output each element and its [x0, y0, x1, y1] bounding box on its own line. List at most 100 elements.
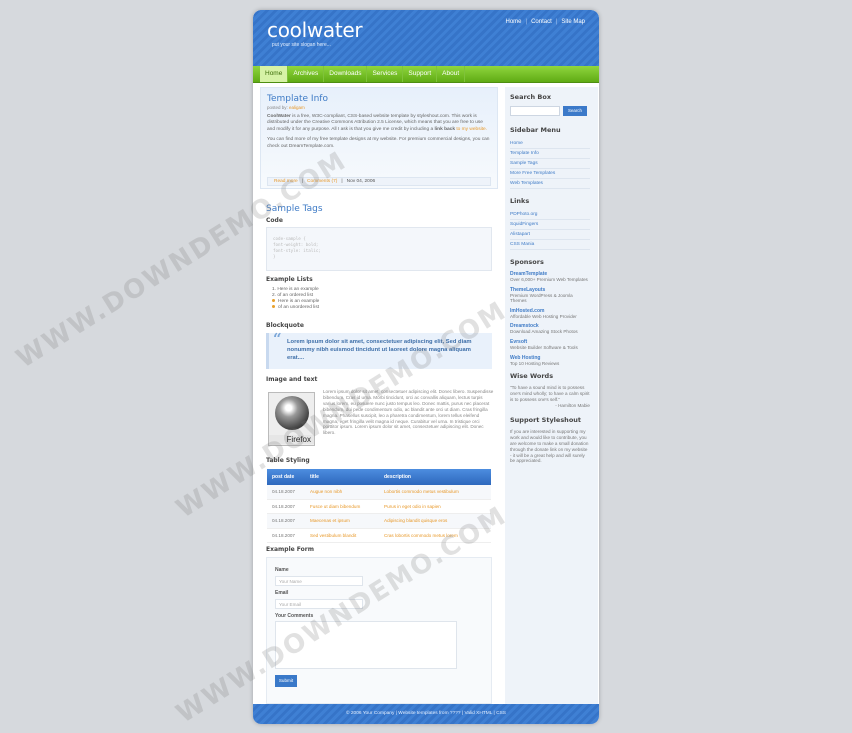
sidebar-item-template-info[interactable]: Template Info [510, 149, 590, 159]
sponsor-desc: Premium WordPress & Joomla Themes [510, 292, 573, 304]
sponsor-item: Dreamstock Download Amazing Stock Photos [510, 323, 590, 335]
sponsor-desc: Website Builder Software & Tools [510, 344, 578, 350]
sponsor-item: Web Hosting Top 10 Hosting Reviews [510, 355, 590, 367]
search-title: Search Box [510, 93, 552, 101]
post-lead: CoolWater [267, 114, 291, 119]
separator: | [341, 179, 343, 184]
top-link-sitemap[interactable]: Site Map [561, 19, 585, 25]
site-logo[interactable]: coolwater [267, 18, 363, 42]
sponsor-desc: Over 6,000+ Premium Web Templates [510, 277, 588, 282]
comments-label: Your Comments [275, 613, 314, 619]
post-title[interactable]: Template Info [267, 94, 491, 104]
link-item[interactable]: CSS Mania [510, 240, 590, 250]
cell-title[interactable]: Sed vestibulum blandit [307, 529, 381, 543]
footer: © 2006 Your Company | Website templates … [253, 704, 599, 724]
table-row: 04.18.2007 Maecenas et ipsum Adipiscing bl… [267, 514, 491, 529]
byline-label: posted by: [267, 105, 288, 110]
site-slogan: put your site slogan here... [272, 42, 331, 48]
sponsor-desc: Top 10 Hosting Reviews [510, 360, 560, 366]
search-form: Search [510, 106, 594, 116]
main-content: Template Info posted by: ealigam CoolWat… [260, 87, 498, 704]
email-input[interactable]: Your Email [275, 599, 363, 609]
firefox-logo-icon [275, 396, 309, 430]
cell-date: 04.18.2007 [272, 503, 295, 509]
post-date: Nov 04, 2006 [346, 179, 376, 184]
sponsors-list: DreamTemplate Over 6,000+ Premium Web Tem… [510, 271, 594, 366]
sidebar-item-more-templates[interactable]: More Free Templates [510, 169, 590, 179]
page-container: coolwater put your site slogan here... H… [253, 10, 599, 724]
menu-title: Sidebar Menu [510, 126, 561, 134]
sponsor-item: DreamTemplate Over 6,000+ Premium Web Tem… [510, 271, 590, 283]
sidebar-item-sample-tags[interactable]: Sample Tags [510, 159, 590, 169]
nav-support[interactable]: Support [403, 66, 438, 82]
cell-description[interactable]: Cras lobortis commodo metus lorem [381, 529, 491, 543]
code-block: code-sample { font-weight: bold; font-st… [266, 227, 492, 271]
link-item[interactable]: Alistapart [510, 230, 590, 240]
nav-home[interactable]: Home [260, 66, 289, 82]
blockquote-label: Blockquote [266, 322, 304, 329]
post-link[interactable]: to my website. [456, 127, 487, 132]
comments-textarea[interactable] [275, 621, 457, 669]
search-input[interactable] [510, 106, 560, 116]
cell-date: 04.18.2007 [272, 489, 295, 494]
post-bold: link back [434, 126, 455, 132]
table-row: 04.18.2007 Sed vestibulum blandit Cras lob… [267, 529, 491, 543]
cell-description[interactable]: Adipiscing blandit quisque eros [381, 514, 491, 528]
table-label: Table Styling [266, 457, 310, 464]
sponsors-title: Sponsors [510, 258, 544, 266]
links-title: Links [510, 197, 530, 205]
blockquote: “ Lorem ipsum dolor sit amet, consectetu… [266, 332, 492, 369]
main-nav: Home Archives Downloads Services Support… [253, 66, 599, 83]
form-label: Example Form [266, 546, 314, 553]
table-row: 04.18.2007 Augue non nibh Lobortis commodo… [267, 485, 491, 500]
search-button[interactable]: Search [563, 106, 587, 116]
comments-link[interactable]: Comments (7) [307, 178, 337, 185]
post-box: Template Info posted by: ealigam CoolWat… [260, 87, 498, 189]
sponsor-item: ImHosted.com Affordable Web Hosting Provi… [510, 308, 590, 320]
unordered-item: of an unordered list [272, 305, 319, 311]
sidebar-item-home[interactable]: Home [510, 139, 590, 149]
sponsor-item: ThemeLayouts Premium WordPress & Joomla T… [510, 287, 590, 304]
nav-downloads[interactable]: Downloads [324, 66, 368, 82]
wise-words-author: - Hamilton Mabie [555, 402, 590, 408]
cell-title[interactable]: Augue non nibh [307, 485, 381, 499]
example-lists: 1. Here is an example 2. of an ordered l… [272, 287, 319, 311]
quote-text: Lorem ipsum dolor sit amet, consectetuer… [287, 339, 472, 361]
sponsor-desc: Download Amazing Stock Photos [510, 329, 578, 335]
nav-archives[interactable]: Archives [288, 66, 325, 82]
nav-services[interactable]: Services [367, 66, 404, 82]
nav-about[interactable]: About [437, 66, 466, 82]
header: coolwater put your site slogan here... H… [253, 10, 599, 66]
cell-title[interactable]: Fusce ut diam bibendum [307, 500, 381, 514]
col-header-description: description [384, 474, 411, 480]
link-item[interactable]: SquidFingers [510, 220, 590, 230]
code-label: Code [266, 217, 283, 224]
cell-description[interactable]: Purus in eget odio in sapien [381, 500, 491, 514]
top-link-contact[interactable]: Contact [531, 19, 552, 25]
code-line: } [273, 254, 276, 259]
image-paragraph: Lorem ipsum dolor sit amet, consectetuer… [323, 389, 494, 436]
table-header: post date title description [267, 469, 491, 485]
lists-label: Example Lists [266, 276, 313, 283]
separator: | [555, 19, 558, 25]
sample-tags-title: Sample Tags [266, 204, 323, 214]
post-meta: Read more | Comments (7) | Nov 04, 2006 [267, 177, 491, 186]
top-link-home[interactable]: Home [505, 19, 521, 25]
sidebar: Search Box Search Sidebar Menu Home Temp… [505, 87, 598, 707]
submit-button[interactable]: Submit [275, 675, 297, 687]
name-input[interactable]: Your Name [275, 576, 363, 586]
cell-title[interactable]: Maecenas et ipsum [307, 514, 381, 528]
read-more-link[interactable]: Read more [274, 178, 298, 185]
table-row: 04.18.2007 Fusce ut diam bibendum Purus in… [267, 500, 491, 514]
link-item[interactable]: PDPhoto.org [510, 210, 590, 220]
post-author[interactable]: ealigam [289, 105, 305, 110]
sidebar-menu: Home Template Info Sample Tags More Free… [510, 139, 594, 189]
col-header-title: title [310, 474, 319, 480]
name-label: Name [275, 567, 289, 573]
cell-description[interactable]: Lobortis commodo metus vestibulum [381, 485, 491, 499]
sponsor-desc: Affordable Web Hosting Provider [510, 313, 577, 319]
sidebar-item-web-templates[interactable]: Web Templates [510, 179, 590, 189]
sponsor-item: Evrsoft Website Builder Software & Tools [510, 339, 590, 351]
wise-words-quote: "To have a sound mind is to possess one'… [510, 385, 590, 402]
bullet-icon [272, 305, 275, 309]
